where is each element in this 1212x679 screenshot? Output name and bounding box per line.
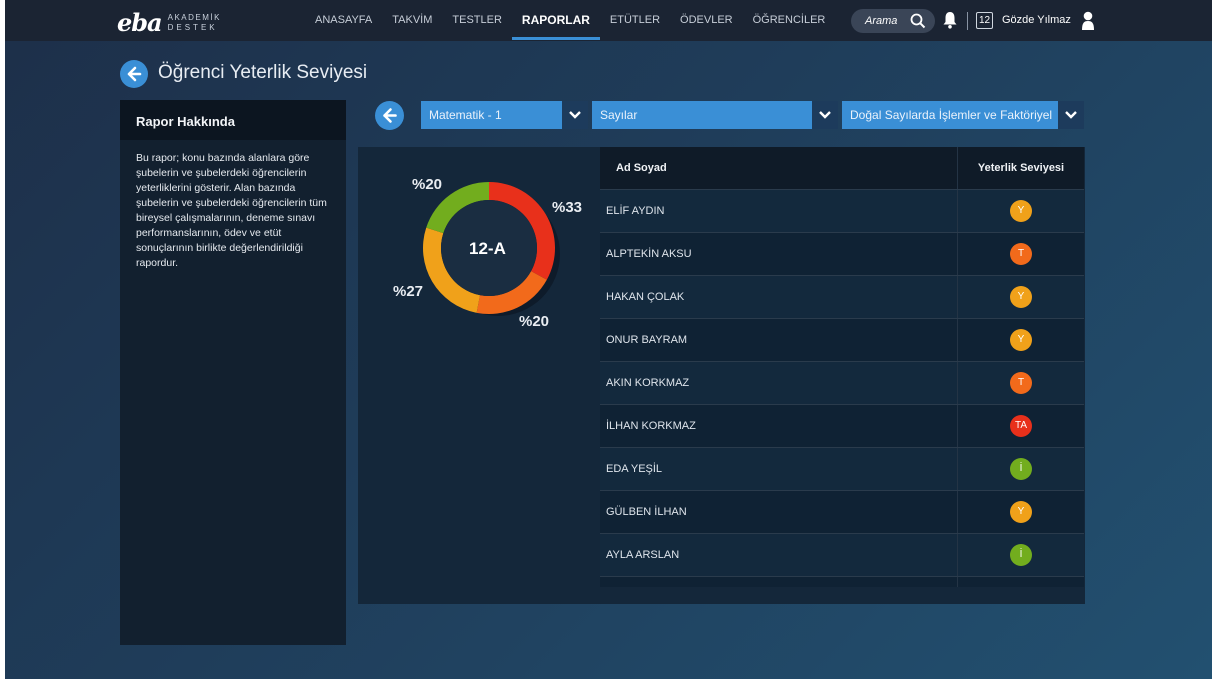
search-box[interactable]: Arama — [851, 9, 935, 33]
nav-item-ogrenciler[interactable]: ÖĞRENCİLER — [743, 0, 836, 41]
report-about-panel: Rapor Hakkında Bu rapor; konu bazında al… — [120, 100, 346, 645]
nav-item-takvim[interactable]: TAKVİM — [382, 0, 442, 41]
page-title: Öğrenci Yeterlik Seviyesi — [158, 62, 368, 83]
nav-item-anasayfa[interactable]: ANASAYFA — [305, 0, 382, 41]
level-badge[interactable]: T — [1010, 243, 1032, 265]
student-name — [600, 577, 957, 587]
user-icon[interactable] — [1081, 11, 1095, 35]
table-row[interactable]: AYLA ARSLAN İ — [600, 533, 1084, 576]
chevron-down-icon[interactable] — [1058, 101, 1084, 129]
level-badge[interactable]: İ — [1010, 458, 1032, 480]
topic-select[interactable]: Doğal Sayılarda İşlemler ve Faktöriyel — [842, 101, 1084, 129]
level-cell: İ — [957, 534, 1084, 576]
level-cell: İ — [957, 448, 1084, 490]
table-row[interactable]: ELİF AYDIN Y — [600, 189, 1084, 232]
col-header-level[interactable]: Yeterlik Seviyesi — [957, 147, 1084, 189]
pct-label-yellow: %27 — [393, 283, 424, 300]
level-badge[interactable]: Y — [1010, 200, 1032, 222]
level-badge[interactable]: İ — [1010, 544, 1032, 566]
user-name[interactable]: Gözde Yılmaz — [1002, 14, 1071, 26]
table-row[interactable]: İLHAN KORKMAZ TA — [600, 404, 1084, 447]
col-header-name[interactable]: Ad Soyad — [600, 147, 957, 189]
table-row[interactable]: GÜLBEN İLHAN Y — [600, 490, 1084, 533]
arrow-left-icon — [127, 66, 142, 82]
student-name: AKIN KORKMAZ — [606, 377, 690, 389]
level-cell: T — [957, 362, 1084, 404]
pct-label-green: %20 — [412, 176, 443, 193]
table-row[interactable] — [600, 576, 1084, 587]
level-cell: Y — [957, 190, 1084, 232]
search-placeholder: Arama — [865, 15, 898, 27]
student-name: ONUR BAYRAM — [606, 334, 688, 346]
chevron-down-icon[interactable] — [562, 101, 588, 129]
pct-label-red: %33 — [552, 199, 583, 216]
nav-item-raporlar[interactable]: RAPORLAR — [511, 0, 600, 41]
level-cell — [957, 577, 1084, 587]
grade-badge[interactable]: 12 — [976, 12, 993, 29]
table-row[interactable]: EDA YEŞİL İ — [600, 447, 1084, 490]
arrow-left-icon — [383, 108, 397, 123]
header-divider — [967, 12, 968, 30]
level-cell: TA — [957, 405, 1084, 447]
level-badge[interactable]: T — [1010, 372, 1032, 394]
level-badge[interactable]: Y — [1010, 286, 1032, 308]
about-text: Bu rapor; konu bazında alanlara göre şub… — [136, 152, 327, 269]
app-frame: eba AKADEMİK DESTEK ANASAYFA TAKVİM TEST… — [5, 0, 1212, 679]
student-name: İLHAN KORKMAZ — [606, 420, 696, 432]
logo-subtitle-line1: AKADEMİK — [167, 12, 221, 22]
back-button[interactable] — [120, 60, 148, 88]
student-name: ALPTEKİN AKSU — [606, 248, 692, 260]
level-badge[interactable]: TA — [1010, 415, 1032, 437]
chart-center-label: 12-A — [469, 239, 506, 258]
student-name: HAKAN ÇOLAK — [606, 291, 685, 303]
nav-item-etutler[interactable]: ETÜTLER — [600, 0, 670, 41]
student-name: ELİF AYDIN — [606, 205, 665, 217]
topic-select-value: Doğal Sayılarda İşlemler ve Faktöriyel — [850, 108, 1053, 122]
logo-subtitle: AKADEMİK DESTEK — [168, 13, 221, 33]
bell-icon[interactable] — [943, 11, 957, 34]
search-icon[interactable] — [910, 13, 926, 34]
student-name: EDA YEŞİL — [606, 463, 663, 475]
logo-subtitle-line2: DESTEK — [167, 22, 218, 32]
level-cell: Y — [957, 319, 1084, 361]
table-row[interactable]: AKIN KORKMAZ T — [600, 361, 1084, 404]
level-badge[interactable]: Y — [1010, 501, 1032, 523]
table-row[interactable]: ALPTEKİN AKSU T — [600, 232, 1084, 275]
unit-select-value: Sayılar — [600, 108, 638, 122]
nav-item-testler[interactable]: TESTLER — [442, 0, 512, 41]
student-name: AYLA ARSLAN — [606, 549, 680, 561]
course-select-value: Matematik - 1 — [429, 108, 502, 122]
about-title: Rapor Hakkında — [120, 100, 346, 140]
chevron-down-icon[interactable] — [812, 101, 838, 129]
main-nav: ANASAYFA TAKVİM TESTLER RAPORLAR ETÜTLER… — [305, 0, 835, 41]
table-body: ELİF AYDIN Y ALPTEKİN AKSU T HAKAN ÇOLAK Y ONU… — [600, 189, 1084, 587]
logo-wordmark: eba — [117, 8, 163, 37]
filter-back-button[interactable] — [375, 101, 404, 130]
unit-select[interactable]: Sayılar — [592, 101, 838, 129]
level-cell: Y — [957, 491, 1084, 533]
eba-logo[interactable]: eba AKADEMİK DESTEK — [117, 8, 221, 37]
table-row[interactable]: HAKAN ÇOLAK Y — [600, 275, 1084, 318]
table-header: Ad Soyad Yeterlik Seviyesi — [600, 147, 1084, 189]
top-navbar: eba AKADEMİK DESTEK ANASAYFA TAKVİM TEST… — [5, 0, 1212, 41]
level-badge[interactable]: Y — [1010, 329, 1032, 351]
donut-chart: %20 %33 %27 %20 12-A — [385, 168, 595, 348]
course-select[interactable]: Matematik - 1 — [421, 101, 588, 129]
table-row[interactable]: ONUR BAYRAM Y — [600, 318, 1084, 361]
student-name: GÜLBEN İLHAN — [606, 506, 687, 518]
level-cell: Y — [957, 276, 1084, 318]
nav-item-odevler[interactable]: ÖDEVLER — [670, 0, 743, 41]
level-cell: T — [957, 233, 1084, 275]
pct-label-orange: %20 — [519, 313, 550, 330]
students-table: Ad Soyad Yeterlik Seviyesi ELİF AYDIN Y AL… — [600, 147, 1084, 587]
